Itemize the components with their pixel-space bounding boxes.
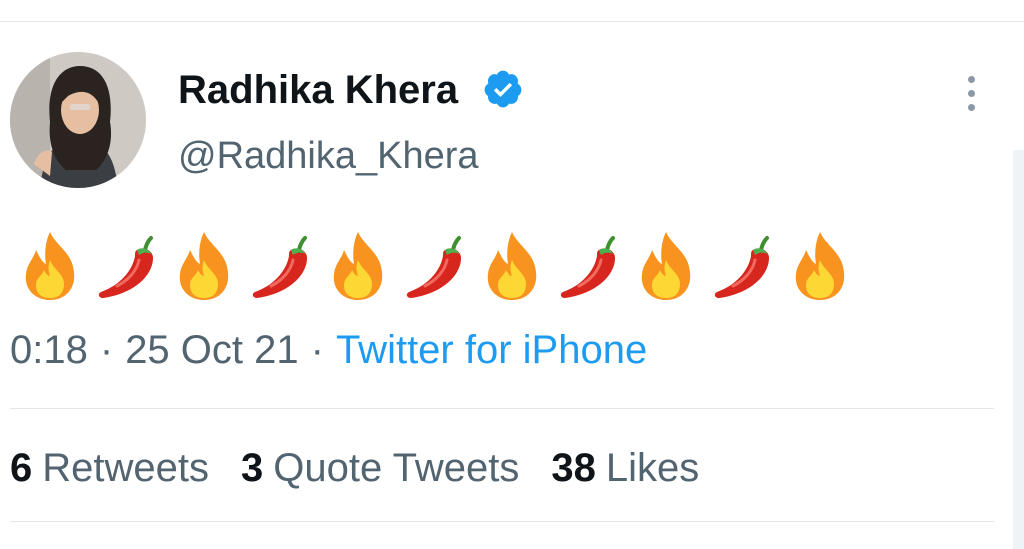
verified-badge-icon [484,70,522,108]
chili-pepper-icon [98,236,153,298]
fire-icon [641,232,691,300]
tweet-text [12,228,858,308]
divider [10,521,994,522]
fire-icon [333,232,383,300]
fire-icon [25,232,75,300]
retweets-stat[interactable]: 6 Retweets [10,444,209,492]
tweet-source-link[interactable]: Twitter for iPhone [336,328,647,372]
quote-tweets-label: Quote Tweets [273,446,520,490]
fire-icon [487,232,537,300]
retweets-label: Retweets [42,446,209,490]
engagement-stats: 6 Retweets 3 Quote Tweets 38 Likes [10,444,699,492]
meta-separator: · [310,328,324,372]
chili-pepper-icon [252,236,307,298]
likes-label: Likes [605,446,700,490]
likes-count: 38 [551,446,596,490]
chili-pepper-icon [714,236,769,298]
likes-stat[interactable]: 38 Likes [551,444,699,492]
tweet-meta: 0:18 · 25 Oct 21 · Twitter for iPhone [10,326,647,374]
author-handle[interactable]: @Radhika_Khera [178,133,479,179]
fire-icon [179,232,229,300]
fire-icon [795,232,845,300]
tweet-time[interactable]: 0:18 [10,328,88,372]
scrollbar[interactable] [1013,150,1024,549]
chili-pepper-icon [560,236,615,298]
chili-pepper-icon [406,236,461,298]
divider [10,408,994,409]
tweet-date[interactable]: 25 Oct 21 [125,328,298,372]
author-name[interactable]: Radhika Khera [178,66,458,114]
avatar[interactable] [10,52,146,188]
more-options-icon[interactable] [960,72,984,116]
meta-separator: · [99,328,114,372]
retweets-count: 6 [10,446,33,490]
quote-tweets-stat[interactable]: 3 Quote Tweets [241,444,519,492]
quote-tweets-count: 3 [241,446,264,490]
top-divider [0,21,1024,22]
